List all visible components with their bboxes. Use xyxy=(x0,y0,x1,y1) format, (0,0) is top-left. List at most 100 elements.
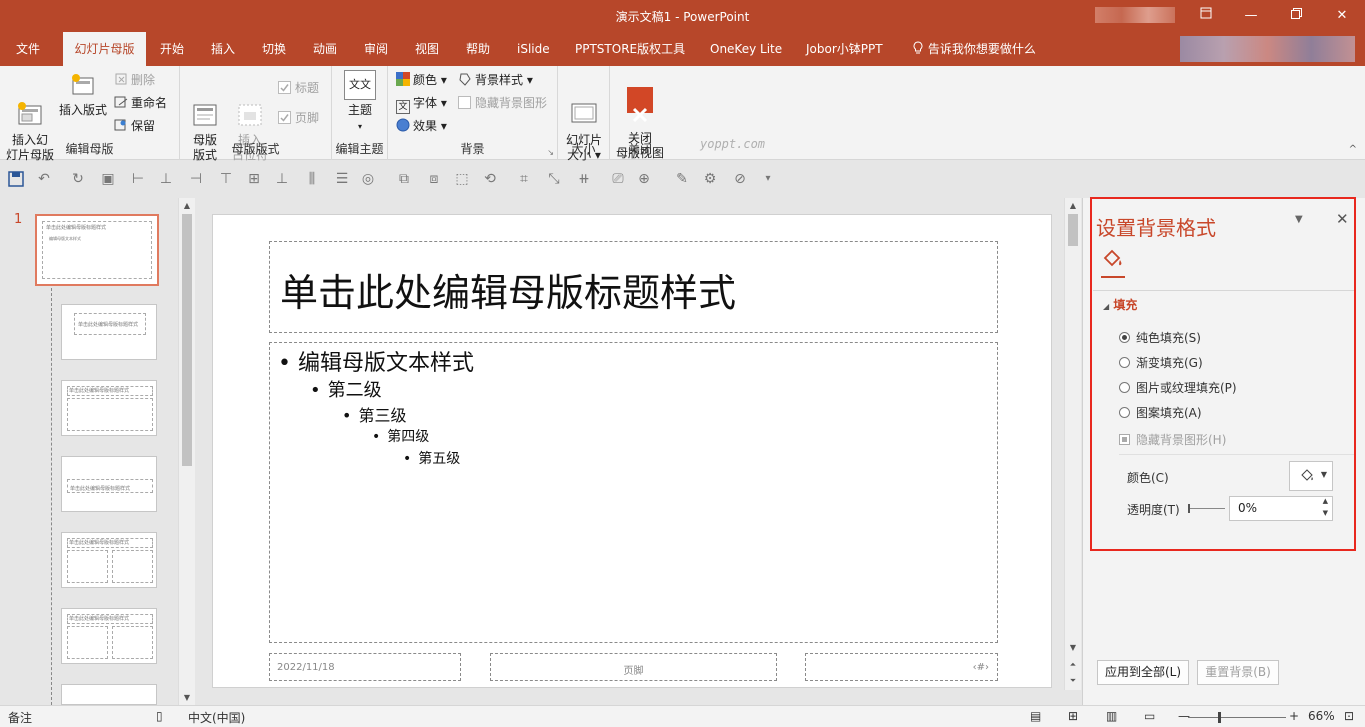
date-placeholder[interactable]: 2022/11/18 xyxy=(269,653,461,681)
picture-icon[interactable]: ⊕ xyxy=(636,171,652,187)
slideshow-view-icon[interactable]: ▭ xyxy=(1144,709,1155,723)
align-top-icon[interactable]: ⊤ xyxy=(218,171,234,187)
align-bottom-icon[interactable]: ⊥ xyxy=(274,171,290,187)
fit-to-window-icon[interactable]: ⊡ xyxy=(1344,709,1354,723)
shapes-icon[interactable]: ◎ xyxy=(360,171,376,187)
crop-icon[interactable]: ⌗ xyxy=(516,171,532,187)
group-icon[interactable]: ⧉ xyxy=(396,171,412,187)
collapse-ribbon-icon[interactable]: ^ xyxy=(1349,144,1357,155)
layout-thumbnail[interactable]: 单击此处编辑母版标题样式 xyxy=(61,304,157,360)
thumbnail-scrollbar[interactable]: ▲ ▼ xyxy=(178,198,195,705)
zoom-out-button[interactable]: — xyxy=(1178,709,1190,723)
align-middle-icon[interactable]: ⊞ xyxy=(246,171,262,187)
layout-thumbnail[interactable]: 单击此处编辑母版标题样式 xyxy=(61,456,157,512)
close-window-button[interactable]: ✕ xyxy=(1319,0,1365,32)
footer-checkbox[interactable]: 页脚 xyxy=(278,108,319,128)
minimize-button[interactable]: — xyxy=(1228,0,1274,32)
layout-thumbnail[interactable]: 单击此处编辑母版标题样式 xyxy=(61,608,157,664)
tab-review[interactable]: 审阅 xyxy=(356,32,396,66)
bring-forward-icon[interactable]: ⬚ xyxy=(454,171,470,187)
scrollbar-thumb[interactable] xyxy=(182,214,192,466)
slide-sorter-icon[interactable]: ⊞ xyxy=(1068,709,1078,723)
tab-transitions[interactable]: 切换 xyxy=(254,32,294,66)
ribbon-display-icon[interactable] xyxy=(1183,0,1229,32)
ungroup-icon[interactable]: ⧈ xyxy=(426,171,442,187)
share-area[interactable] xyxy=(1180,36,1355,62)
screenshot-icon[interactable]: ⎚ xyxy=(610,171,626,187)
account-area[interactable] xyxy=(1095,7,1175,23)
layout-thumbnail[interactable]: 单击此处编辑母版标题样式 xyxy=(61,532,157,588)
slide-canvas[interactable]: 单击此处编辑母版标题样式 编辑母版文本样式 第二级 第三级 第四级 第五级 20… xyxy=(212,214,1052,688)
title-placeholder[interactable]: 单击此处编辑母版标题样式 xyxy=(269,241,998,333)
lightbulb-icon xyxy=(912,41,928,56)
resize-icon[interactable]: ⤡ xyxy=(546,171,562,187)
tab-jobor[interactable]: Jobor小钵PPT xyxy=(798,32,891,66)
align-right-icon[interactable]: ⊣ xyxy=(188,171,204,187)
apply-to-all-button[interactable]: 应用到全部(L) xyxy=(1097,660,1189,685)
layout-thumbnail[interactable] xyxy=(61,684,157,705)
align-center-icon[interactable]: ⊥ xyxy=(158,171,174,187)
fonts-dropdown[interactable]: 文字体 ▾ xyxy=(396,93,447,114)
tab-pptstore[interactable]: PPTSTORE版权工具 xyxy=(567,32,693,66)
zoom-in-button[interactable]: + xyxy=(1289,709,1299,723)
canvas-scrollbar[interactable]: ▲ ▼ ⏶ ⏷ xyxy=(1064,198,1081,690)
slideshow-icon[interactable]: ▣ xyxy=(100,171,116,187)
tell-me-search[interactable]: 告诉我你想要做什么 xyxy=(904,32,1044,66)
scroll-down-icon[interactable]: ▼ xyxy=(179,693,195,702)
undo-icon[interactable]: ↶ xyxy=(36,171,52,187)
footer-placeholder[interactable]: 页脚 xyxy=(490,653,777,681)
quick-access-toolbar: ↶ ↻ ▣ ⊢ ⊥ ⊣ ⊤ ⊞ ⊥ ⫼ ☰ ◎ ⧉ ⧈ ⬚ ⟲ ⌗ ⤡ ⧺ ⎚ … xyxy=(0,161,1365,198)
hide-slide-icon[interactable]: ⊘ xyxy=(732,171,748,187)
accessibility-icon[interactable]: ▯ xyxy=(156,709,163,723)
language-label[interactable]: 中文(中国) xyxy=(188,709,245,726)
previous-slide-icon[interactable]: ⏶ xyxy=(1065,660,1081,670)
delete-button[interactable]: 删除 xyxy=(114,70,155,90)
master-thumbnail[interactable]: 单击此处编辑母版标题样式 编辑母版文本样式 xyxy=(35,214,159,286)
insert-layout-button[interactable]: 插入版式 xyxy=(58,70,108,118)
normal-view-icon[interactable]: ▤ xyxy=(1030,709,1041,723)
tab-insert[interactable]: 插入 xyxy=(203,32,243,66)
theme-button[interactable]: 文文 主题 ▾ xyxy=(340,70,380,134)
reset-background-button[interactable]: 重置背景(B) xyxy=(1197,660,1279,685)
title-checkbox[interactable]: 标题 xyxy=(278,78,319,98)
tab-file[interactable]: 文件 xyxy=(8,32,48,66)
distribute-vertical-icon[interactable]: ☰ xyxy=(334,171,350,187)
notes-label[interactable]: 备注 xyxy=(8,709,32,726)
save-icon[interactable] xyxy=(8,171,24,187)
restore-button[interactable] xyxy=(1273,0,1319,32)
colors-dropdown[interactable]: 颜色 ▾ xyxy=(396,70,447,90)
scroll-up-icon[interactable]: ▲ xyxy=(1065,201,1081,210)
effects-dropdown[interactable]: 效果 ▾ xyxy=(396,116,447,136)
dialog-launcher-icon[interactable]: ↘ xyxy=(547,148,554,157)
layout-thumbnail[interactable]: 单击此处编辑母版标题样式 xyxy=(61,380,157,436)
rotate-icon[interactable]: ⟲ xyxy=(482,171,498,187)
tab-view[interactable]: 视图 xyxy=(407,32,447,66)
hide-background-checkbox[interactable]: 隐藏背景图形 xyxy=(458,93,547,113)
scroll-down-icon[interactable]: ▼ xyxy=(1065,643,1081,652)
zoom-level[interactable]: 66% xyxy=(1308,709,1335,723)
reading-view-icon[interactable]: ▥ xyxy=(1106,709,1117,723)
slide-number-placeholder[interactable]: ‹#› xyxy=(805,653,998,681)
tab-animations[interactable]: 动画 xyxy=(305,32,345,66)
scrollbar-thumb[interactable] xyxy=(1068,214,1078,246)
rename-button[interactable]: 重命名 xyxy=(114,93,167,113)
redo-icon[interactable]: ↻ xyxy=(70,171,86,187)
format-painter-icon[interactable]: ⚙ xyxy=(702,171,718,187)
tab-islide[interactable]: iSlide xyxy=(509,32,558,66)
background-styles-dropdown[interactable]: 背景样式 ▾ xyxy=(458,70,533,90)
next-slide-icon[interactable]: ⏷ xyxy=(1065,676,1081,686)
merge-shapes-icon[interactable]: ⧺ xyxy=(576,171,592,187)
tab-slide-master[interactable]: 幻灯片母版 xyxy=(63,32,146,66)
tab-help[interactable]: 帮助 xyxy=(458,32,498,66)
zoom-slider-handle[interactable] xyxy=(1218,712,1221,723)
body-placeholder[interactable]: 编辑母版文本样式 第二级 第三级 第四级 第五级 xyxy=(269,342,998,643)
preserve-button[interactable]: 保留 xyxy=(114,116,155,136)
zoom-slider[interactable] xyxy=(1188,712,1286,723)
eraser-icon[interactable]: ✎ xyxy=(674,171,690,187)
align-left-icon[interactable]: ⊢ xyxy=(130,171,146,187)
tab-onekey[interactable]: OneKey Lite xyxy=(702,32,790,66)
distribute-horizontal-icon[interactable]: ⫼ xyxy=(304,171,320,187)
tab-home[interactable]: 开始 xyxy=(152,32,192,66)
customize-qat-icon[interactable]: ▾ xyxy=(760,171,776,187)
scroll-up-icon[interactable]: ▲ xyxy=(179,201,195,210)
